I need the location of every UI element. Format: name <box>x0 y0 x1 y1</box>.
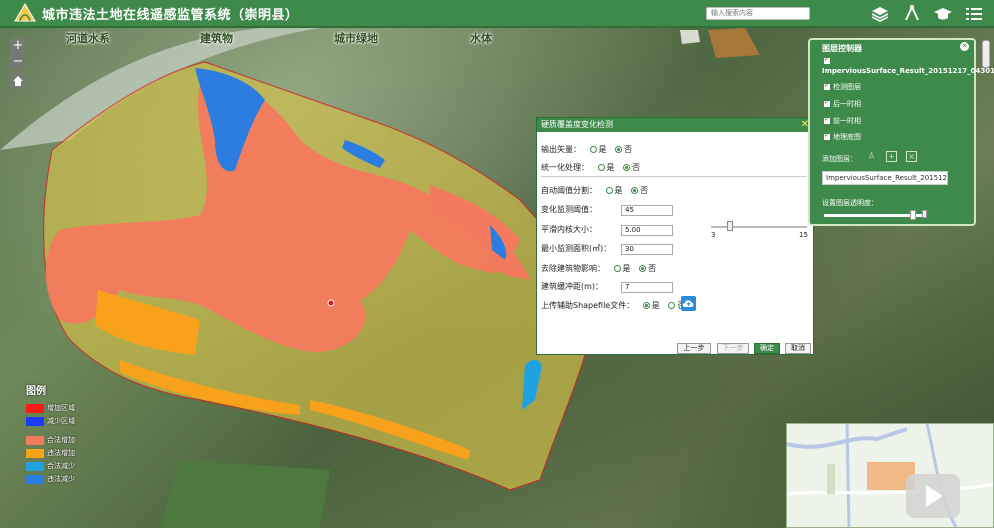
map-tab-building[interactable]: 建筑物 <box>200 30 233 46</box>
map-tab-greenland[interactable]: 城市绿地 <box>334 30 378 46</box>
dialog-title: 硬质覆盖度变化检测 <box>541 120 613 129</box>
building-yes-radio[interactable] <box>613 265 621 272</box>
legend-item: 合法增加 <box>26 433 116 445</box>
layers-icon[interactable] <box>870 4 890 24</box>
vector-yes-radio[interactable] <box>589 146 597 153</box>
kernel-slider-thumb[interactable] <box>727 221 733 231</box>
slider-min-label: 3 <box>711 231 716 239</box>
legend-swatch <box>26 403 44 413</box>
home-icon <box>13 76 23 86</box>
zoom-out-button[interactable]: − <box>10 54 26 70</box>
checkbox[interactable] <box>824 131 830 141</box>
auto-threshold-row: 自动阈值分割： 是 否 <box>541 186 649 195</box>
vector-no-radio[interactable] <box>615 146 623 153</box>
kernel-size-label: 平滑内核大小： <box>541 225 597 234</box>
unify-no-radio[interactable] <box>623 164 631 171</box>
checkbox[interactable] <box>824 55 830 65</box>
layer-item[interactable]: 后一时相 <box>824 98 861 109</box>
shapefile-row: 上传辅助Shapefile文件： 是 否 <box>541 300 685 312</box>
layer-control-panel: 图层控制器 ✕ ImperviousSurface_Result_2015121… <box>808 38 994 226</box>
buffer-distance-input[interactable]: 7 <box>621 282 673 293</box>
checkbox[interactable] <box>824 81 830 91</box>
legend: 图例 增加区域 减少区域 合法增加 违法增加 合法减少 违法减少 <box>26 382 75 484</box>
play-button[interactable] <box>906 474 960 518</box>
opacity-slider-end <box>922 210 927 218</box>
auto-threshold-no-radio[interactable] <box>631 187 639 194</box>
checkbox[interactable] <box>824 98 830 108</box>
legend-item: 减少区域 <box>26 414 116 426</box>
root-layer-label: ImperviousSurface_Result_20151217_043016 <box>822 67 994 75</box>
measure-icon[interactable] <box>902 4 922 24</box>
layer-panel-close-button[interactable]: ✕ <box>960 42 969 51</box>
layer-item[interactable]: 地理底图 <box>824 131 861 142</box>
education-icon[interactable] <box>933 4 953 24</box>
kernel-slider-track[interactable] <box>711 226 807 228</box>
layer-item[interactable]: 检测图层 <box>824 81 861 92</box>
home-button[interactable] <box>10 73 26 89</box>
minimap-graphic <box>787 424 993 527</box>
opacity-slider-track[interactable] <box>824 214 922 217</box>
play-icon <box>926 485 943 507</box>
map-tab-water[interactable]: 水体 <box>470 30 492 46</box>
legend-item: 违法减少 <box>26 472 116 484</box>
unify-yes-radio[interactable] <box>597 164 605 171</box>
legend-item: 违法增加 <box>26 446 116 458</box>
app-header: 城市违法土地在线遥感监管系统（崇明县） <box>0 0 994 28</box>
vector-output-row: 输出矢量： 是 否 <box>541 145 633 154</box>
kernel-size-input[interactable]: 5.00 <box>621 225 673 236</box>
add-layer-label: 添加图层： <box>822 155 857 163</box>
shapefile-yes-radio[interactable] <box>642 302 650 309</box>
legend-item: 合法减少 <box>26 459 116 471</box>
remove-layer-icon[interactable]: × <box>906 151 917 162</box>
shapefile-no-radio[interactable] <box>668 302 676 309</box>
opacity-slider-thumb[interactable] <box>910 210 916 220</box>
confirm-button[interactable]: 确定 <box>754 343 780 354</box>
map-marker <box>327 299 335 307</box>
legend-swatch <box>26 416 44 426</box>
legend-title: 图例 <box>26 386 46 397</box>
logo-icon <box>14 3 36 22</box>
checkbox[interactable] <box>824 115 830 125</box>
add-layer-icon[interactable]: + <box>886 151 897 162</box>
building-no-radio[interactable] <box>639 265 647 272</box>
cancel-button[interactable]: 取消 <box>785 343 811 354</box>
dialog-divider <box>541 176 807 177</box>
upload-shapefile-button[interactable] <box>681 296 696 311</box>
layer-item[interactable]: 前一时相 <box>824 115 861 126</box>
auto-threshold-yes-radio[interactable] <box>605 187 613 194</box>
buffer-distance-label: 建筑缓冲距(m)： <box>541 282 604 291</box>
legend-swatch <box>26 435 44 445</box>
root-layer-checkbox-row[interactable] <box>824 55 833 66</box>
person-icon[interactable]: ♙ <box>866 151 877 162</box>
min-area-input[interactable]: 30 <box>621 244 673 255</box>
legend-swatch <box>26 474 44 484</box>
opacity-label: 设置图层透明度： <box>822 199 878 207</box>
layer-name-input[interactable]: ImperviousSurface_Result_20151217_04 <box>822 171 948 185</box>
building-effect-row: 去除建筑物影响： 是 否 <box>541 264 657 273</box>
menu-icon[interactable] <box>964 4 984 24</box>
prev-step-button[interactable]: 上一步 <box>677 343 711 354</box>
change-threshold-input[interactable]: 45 <box>621 205 673 216</box>
panel-scrollbar[interactable] <box>982 40 990 68</box>
zoom-in-button[interactable]: + <box>10 38 26 54</box>
change-threshold-label: 变化监测阈值： <box>541 205 597 214</box>
legend-item: 增加区域 <box>26 401 116 413</box>
search-input[interactable] <box>706 7 810 20</box>
slider-max-label: 15 <box>799 231 808 239</box>
upload-cloud-icon <box>682 300 694 307</box>
next-step-button[interactable]: 下一步 <box>717 343 749 354</box>
overview-minimap[interactable] <box>786 423 994 528</box>
dialog-header: 硬质覆盖度变化检测 ✕ <box>537 118 813 132</box>
unify-row: 统一化处理： 是 否 <box>541 163 641 172</box>
legend-swatch <box>26 448 44 458</box>
change-detection-dialog: 硬质覆盖度变化检测 ✕ 输出矢量： 是 否 统一化处理： 是 否 自动阈值分割：… <box>536 117 814 355</box>
map-tab-river[interactable]: 河道水系 <box>66 30 110 46</box>
app-title: 城市违法土地在线遥感监管系统（崇明县） <box>42 7 299 23</box>
min-area-label: 最小监测面积(㎡)： <box>541 244 612 253</box>
layer-panel-title: 图层控制器 <box>822 44 862 53</box>
legend-swatch <box>26 461 44 471</box>
